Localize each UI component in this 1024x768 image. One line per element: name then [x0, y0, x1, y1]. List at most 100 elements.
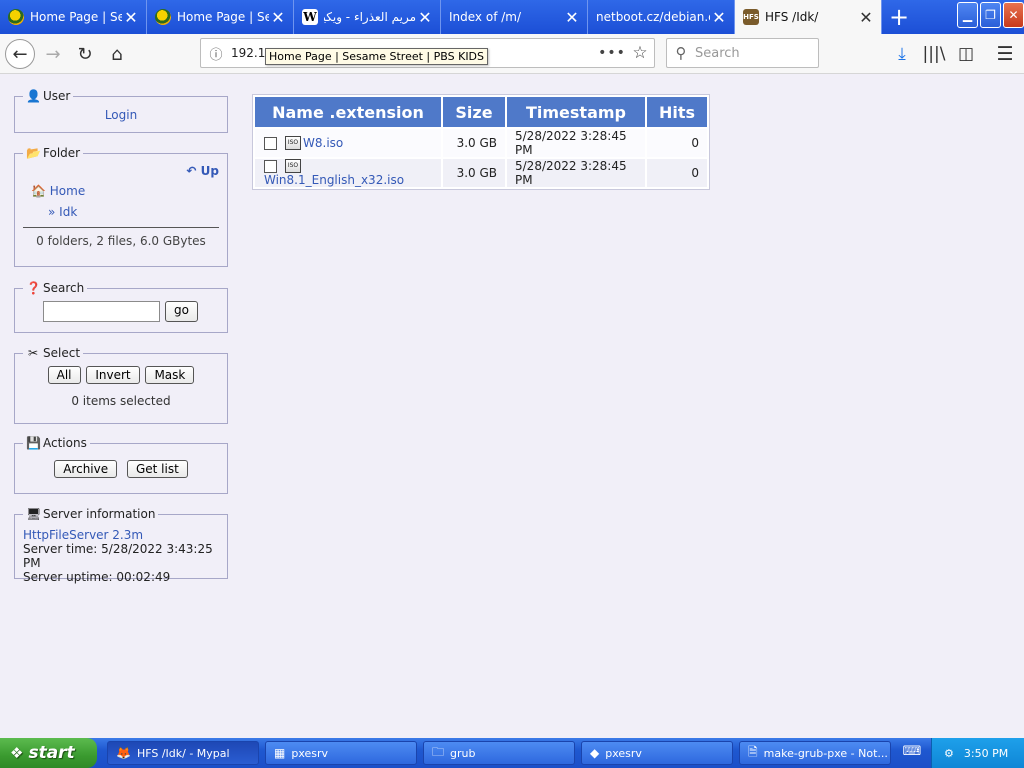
- column-header-hits[interactable]: Hits: [647, 97, 707, 127]
- go-button[interactable]: go: [165, 301, 198, 322]
- app-icon: ◆: [590, 746, 600, 760]
- tab-bar: Home Page | Sesa ✕ Home Page | Sesa ✕ W …: [0, 0, 1024, 34]
- file-link[interactable]: W8.iso: [303, 136, 343, 150]
- wikipedia-icon: W: [302, 9, 318, 25]
- current-folder-link[interactable]: » Idk: [48, 205, 77, 219]
- start-button[interactable]: ❖ start: [0, 738, 97, 768]
- home-button[interactable]: ⌂: [102, 39, 132, 69]
- close-tab-icon[interactable]: ✕: [416, 8, 434, 27]
- tray-app-icon[interactable]: ⚙: [944, 747, 954, 760]
- column-header-timestamp[interactable]: Timestamp: [507, 97, 645, 127]
- forward-button[interactable]: →: [38, 39, 68, 69]
- close-tab-icon[interactable]: ✕: [122, 8, 140, 27]
- select-all-button[interactable]: All: [47, 366, 81, 384]
- get-list-button[interactable]: Get list: [126, 460, 188, 478]
- table-row: ISOWin8.1_English_x32.iso 3.0 GB 5/28/20…: [255, 159, 707, 187]
- taskbar-item-grub[interactable]: 🗀 grub: [423, 741, 575, 765]
- up-label: Up: [200, 164, 219, 178]
- tab-title: Index of /m/: [449, 10, 522, 24]
- server-uptime: Server uptime: 00:02:49: [23, 570, 171, 584]
- tab-sesame-2[interactable]: Home Page | Sesa ✕: [147, 0, 294, 34]
- file-timestamp: 5/28/2022 3:28:45 PM: [507, 159, 645, 187]
- search-icon: ⚲: [675, 44, 687, 62]
- tab-netboot[interactable]: netboot.cz/debian.com ✕: [588, 0, 735, 34]
- system-tray: ⚙ 3:50 PM: [931, 738, 1024, 768]
- folder-icon: 🗀: [432, 744, 445, 759]
- bookmark-star-icon[interactable]: ☆: [626, 43, 654, 63]
- invert-button[interactable]: Invert: [86, 366, 140, 384]
- file-link[interactable]: Win8.1_English_x32.iso: [264, 173, 404, 187]
- taskbar-item-pxesrv-2[interactable]: ◆ pxesrv: [581, 741, 733, 765]
- close-tab-icon[interactable]: ✕: [269, 8, 287, 27]
- server-legend: Server information: [43, 507, 156, 521]
- archive-button[interactable]: Archive: [54, 460, 118, 478]
- page-actions-icon[interactable]: •••: [598, 45, 626, 61]
- row-checkbox[interactable]: [264, 137, 277, 150]
- actions-panel: 💾 Actions Archive Get list: [14, 436, 228, 494]
- taskbar-item-mypal[interactable]: 🦊 HFS /Idk/ - Mypal: [107, 741, 259, 765]
- taskbar-item-label: make-grub-pxe - Not...: [763, 746, 888, 760]
- new-tab-button[interactable]: +: [882, 0, 916, 34]
- user-panel: 👤 User Login: [14, 89, 228, 133]
- reload-button[interactable]: ↻: [70, 39, 100, 69]
- folder-panel: 📂 Folder ↶ Up 🏠 Home » Idk 0 folders, 2 f…: [14, 146, 228, 267]
- user-icon: 👤: [26, 89, 41, 103]
- restore-button[interactable]: ❐: [980, 2, 1001, 28]
- tab-title: netboot.cz/debian.com: [596, 10, 710, 24]
- file-hits: 0: [647, 159, 707, 187]
- back-button[interactable]: ←: [5, 39, 35, 69]
- table-row: ISO W8.iso 3.0 GB 5/28/2022 3:28:45 PM 0: [255, 129, 707, 157]
- close-tab-icon[interactable]: ✕: [563, 8, 581, 27]
- close-tab-icon[interactable]: ✕: [710, 8, 728, 27]
- login-link[interactable]: Login: [105, 108, 137, 122]
- row-checkbox[interactable]: [264, 160, 277, 173]
- up-link[interactable]: ↶ Up: [186, 164, 219, 178]
- taskbar-item-label: grub: [450, 746, 476, 760]
- file-timestamp: 5/28/2022 3:28:45 PM: [507, 129, 645, 157]
- taskbar-item-notepad[interactable]: 🗎 make-grub-pxe - Not...: [739, 741, 891, 765]
- minimize-button[interactable]: ▁: [957, 2, 978, 28]
- keyboard-icon[interactable]: ⌨: [898, 744, 926, 762]
- tab-hfs[interactable]: HFS HFS /Idk/ ✕: [735, 0, 882, 34]
- tab-wikipedia[interactable]: W مريم العذراء - ويكيـ ✕: [294, 0, 441, 34]
- hfs-icon: HFS: [743, 9, 759, 25]
- search-bar[interactable]: ⚲ Search: [666, 38, 819, 68]
- taskbar-item-label: pxesrv: [605, 746, 642, 760]
- info-icon[interactable]: ⓘ: [201, 44, 231, 63]
- sidebar-toggle-icon[interactable]: ◫: [952, 39, 980, 69]
- browser-icon: 🦊: [116, 746, 131, 760]
- tab-index-m[interactable]: Index of /m/ ✕: [441, 0, 588, 34]
- server-info-panel: 🖥 Server information HttpFileServer 2.3m …: [14, 507, 228, 584]
- column-header-size[interactable]: Size: [443, 97, 505, 127]
- search-legend: Search: [43, 281, 85, 295]
- close-window-button[interactable]: ✕: [1003, 2, 1024, 28]
- download-icon[interactable]: ⤓: [888, 39, 916, 69]
- actions-legend: Actions: [43, 436, 87, 450]
- server-time: Server time: 5/28/2022 3:43:25 PM: [23, 542, 213, 570]
- help-icon: ❓: [26, 281, 41, 295]
- close-tab-icon[interactable]: ✕: [857, 8, 875, 27]
- sesame-street-icon: [8, 9, 24, 25]
- taskbar-item-label: HFS /Idk/ - Mypal: [136, 746, 230, 760]
- clock[interactable]: 3:50 PM: [964, 747, 1008, 760]
- select-legend: Select: [43, 346, 81, 360]
- navigation-bar: ← → ↻ ⌂ ⓘ 192.1 ••• ☆ ⚲ Search ⤓ |||\ ◫ …: [0, 34, 1024, 74]
- home-link[interactable]: Home: [50, 184, 85, 198]
- scissors-icon: ✂: [27, 346, 39, 360]
- folder-icon: 📂: [26, 146, 41, 160]
- iso-file-icon: ISO: [285, 136, 301, 150]
- tab-title: Home Page | Sesa: [177, 10, 269, 24]
- column-header-name[interactable]: Name .extension: [255, 97, 441, 127]
- select-panel: ✂ Select All Invert Mask 0 items selected: [14, 346, 228, 424]
- server-version-link[interactable]: HttpFileServer 2.3m: [23, 528, 143, 542]
- tab-sesame-1[interactable]: Home Page | Sesa ✕: [0, 0, 147, 34]
- file-table: Name .extension Size Timestamp Hits ISO W…: [252, 94, 710, 190]
- hfs-page: 👤 User Login 📂 Folder ↶ Up 🏠 Home » Idk 0 …: [0, 75, 1024, 738]
- library-icon[interactable]: |||\: [920, 39, 948, 69]
- save-icon: 💾: [26, 436, 41, 450]
- folder-legend: Folder: [43, 146, 81, 160]
- menu-icon[interactable]: ☰: [991, 39, 1019, 69]
- mask-button[interactable]: Mask: [145, 366, 195, 384]
- search-input[interactable]: [43, 301, 160, 322]
- taskbar-item-pxesrv[interactable]: ▦ pxesrv: [265, 741, 417, 765]
